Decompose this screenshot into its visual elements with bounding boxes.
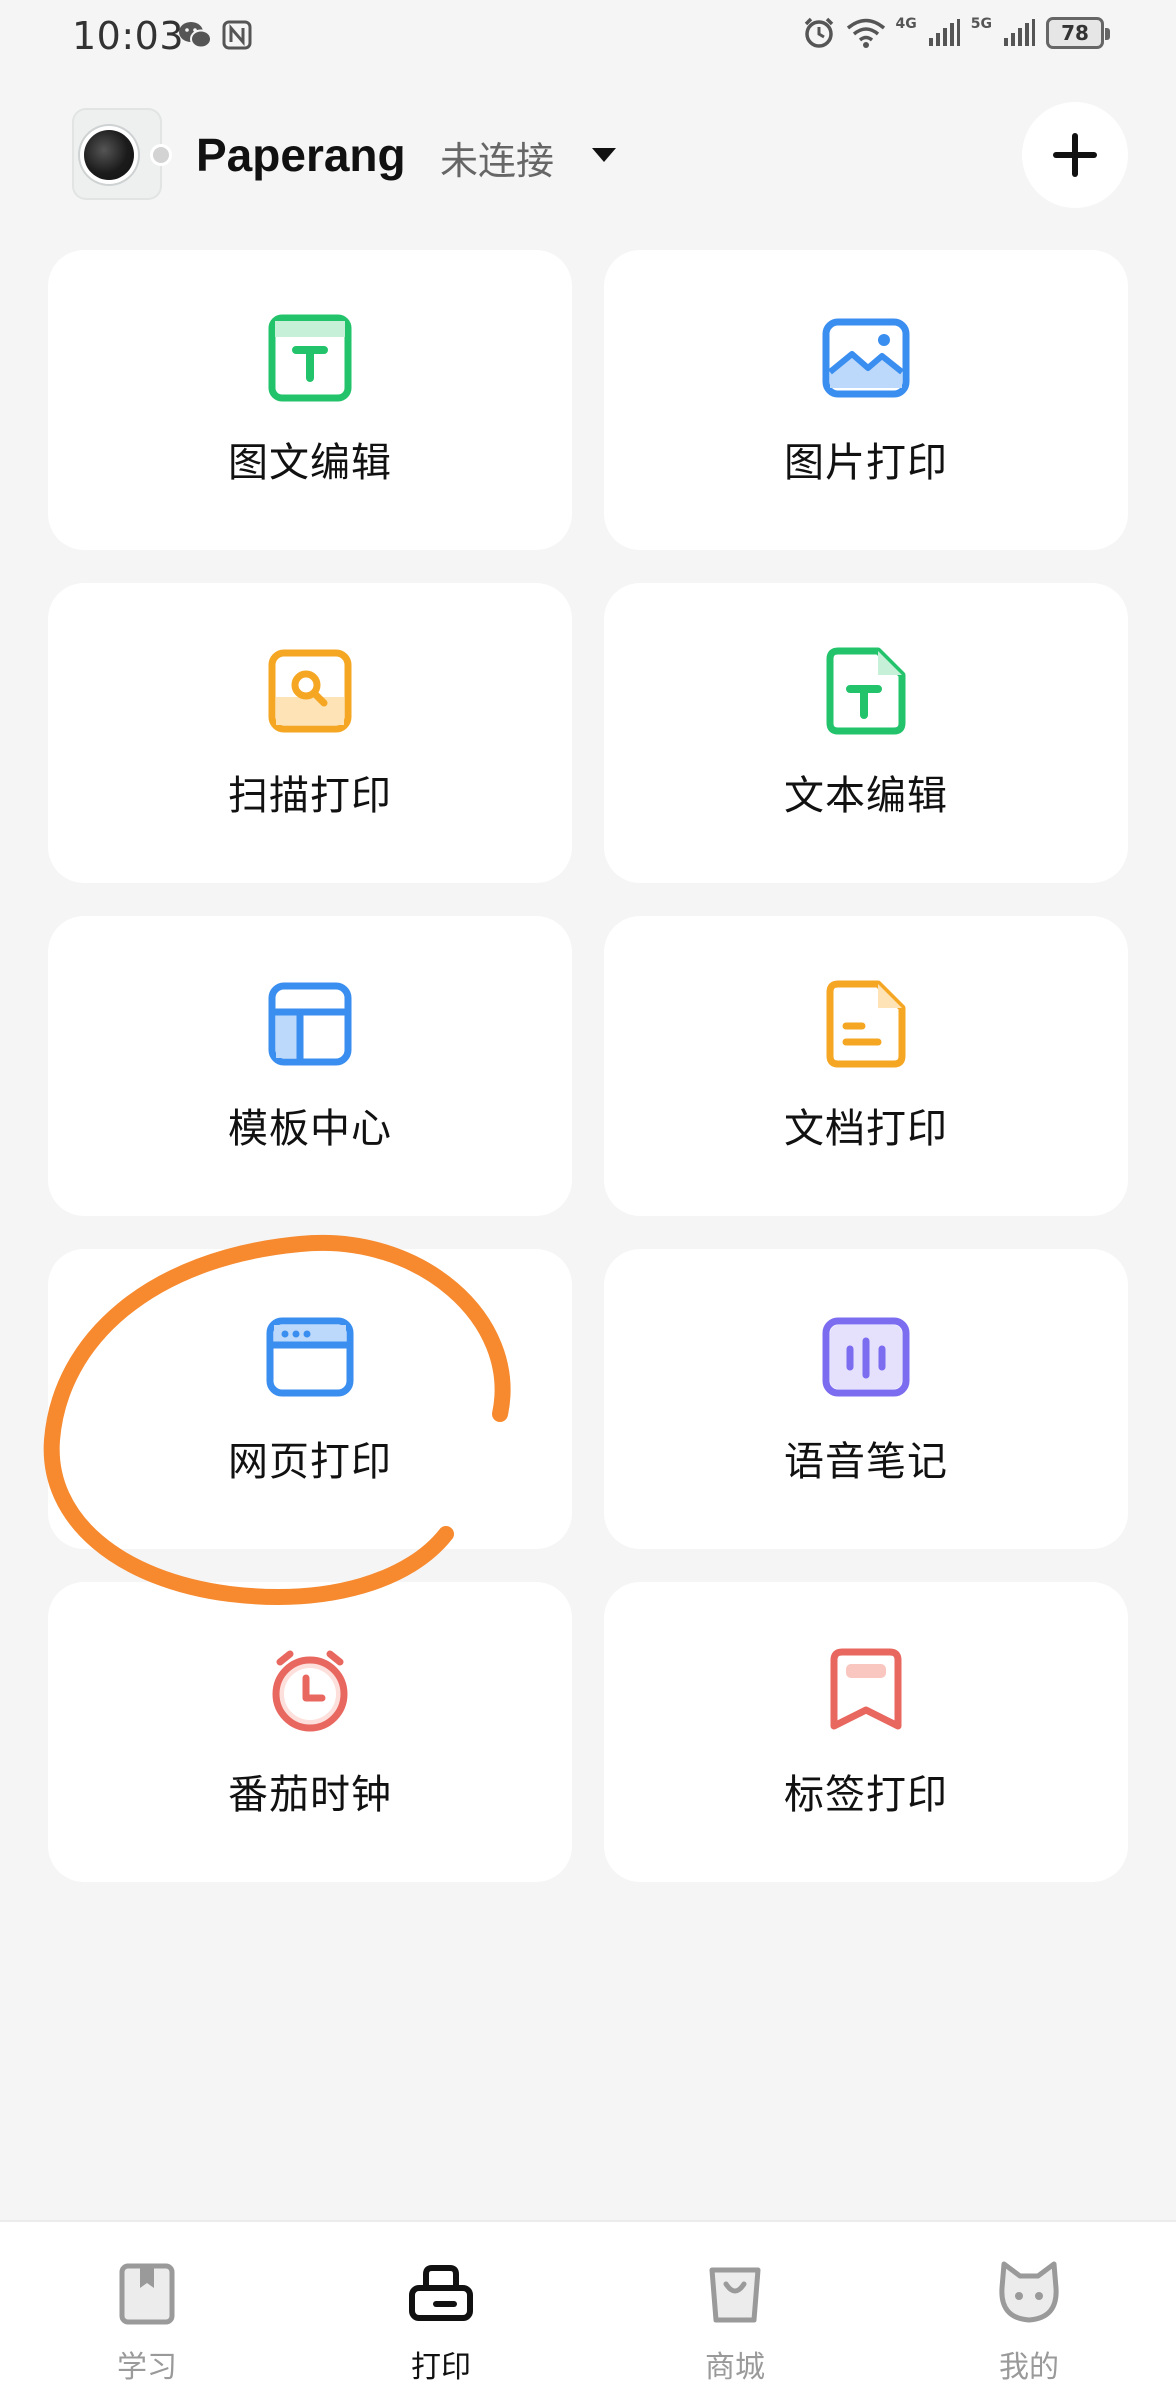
template-center-icon bbox=[260, 974, 360, 1074]
caret-down-icon[interactable] bbox=[592, 148, 616, 162]
nav-item-shop[interactable]: 商城 bbox=[588, 2222, 882, 2400]
tile-label: 图片打印 bbox=[784, 440, 948, 486]
image-text-edit-icon bbox=[260, 308, 360, 408]
tile-label: 文档打印 bbox=[784, 1106, 948, 1152]
nav-item-print[interactable]: 打印 bbox=[294, 2222, 588, 2400]
tile-label-print[interactable]: 标签打印 bbox=[604, 1582, 1128, 1882]
tile-voice-note[interactable]: 语音笔记 bbox=[604, 1249, 1128, 1549]
pomodoro-clock-icon bbox=[260, 1640, 360, 1740]
shopping-bag-icon bbox=[700, 2258, 770, 2332]
tile-pomodoro-clock[interactable]: 番茄时钟 bbox=[48, 1582, 572, 1882]
printer-icon bbox=[406, 2258, 476, 2332]
printer-thumbnail[interactable] bbox=[72, 108, 162, 200]
tile-label: 图文编辑 bbox=[228, 440, 392, 486]
document-print-icon bbox=[816, 974, 916, 1074]
device-header: Paperang 未连接 bbox=[0, 100, 1176, 210]
tile-label: 网页打印 bbox=[228, 1439, 392, 1485]
nav-label: 学习 bbox=[117, 2350, 177, 2385]
image-print-icon bbox=[816, 308, 916, 408]
tile-web-print[interactable]: 网页打印 bbox=[48, 1249, 572, 1549]
tile-scan-print[interactable]: 扫描打印 bbox=[48, 583, 572, 883]
tile-image-print[interactable]: 图片打印 bbox=[604, 250, 1128, 550]
nfc-icon bbox=[222, 20, 252, 50]
feature-grid: 图文编辑 图片打印 扫描打印 文本编辑 模板中心 文档打印 网页打印 语音笔记 … bbox=[48, 250, 1128, 1882]
tile-image-text-edit[interactable]: 图文编辑 bbox=[48, 250, 572, 550]
alarm-icon bbox=[804, 17, 833, 48]
printer-lens-icon bbox=[84, 130, 134, 180]
tile-label: 文本编辑 bbox=[784, 773, 948, 819]
battery-level: 78 bbox=[1061, 21, 1089, 45]
connection-status[interactable]: 未连接 bbox=[440, 130, 554, 185]
tile-label: 扫描打印 bbox=[228, 773, 392, 819]
label-print-icon bbox=[816, 1640, 916, 1740]
text-edit-icon bbox=[816, 641, 916, 741]
tile-label: 语音笔记 bbox=[784, 1439, 948, 1485]
connection-status-dot bbox=[150, 144, 172, 166]
nav-item-me[interactable]: 我的 bbox=[882, 2222, 1176, 2400]
wechat-icon bbox=[179, 22, 212, 49]
web-print-icon bbox=[260, 1307, 360, 1407]
status-bar: 10:03 4G 5G 78 bbox=[0, 0, 1176, 70]
wifi-icon bbox=[846, 18, 885, 48]
add-device-button[interactable] bbox=[1022, 102, 1128, 208]
voice-note-icon bbox=[816, 1307, 916, 1407]
book-icon bbox=[112, 2258, 182, 2332]
plus-icon bbox=[1053, 133, 1097, 177]
device-name[interactable]: Paperang bbox=[196, 128, 406, 182]
status-left-icons bbox=[178, 20, 252, 50]
tile-label: 模板中心 bbox=[228, 1106, 392, 1152]
scan-print-icon bbox=[260, 641, 360, 741]
status-time: 10:03 bbox=[72, 14, 185, 58]
tile-template-center[interactable]: 模板中心 bbox=[48, 916, 572, 1216]
signal-icon bbox=[1004, 19, 1035, 46]
battery-icon: 78 bbox=[1046, 17, 1110, 49]
tile-label: 番茄时钟 bbox=[228, 1772, 392, 1818]
signal-icon bbox=[928, 19, 960, 46]
network-type-2: 5G bbox=[970, 16, 992, 32]
nav-item-study[interactable]: 学习 bbox=[0, 2222, 294, 2400]
tile-label: 标签打印 bbox=[784, 1772, 948, 1818]
cat-face-icon bbox=[994, 2258, 1064, 2332]
tile-document-print[interactable]: 文档打印 bbox=[604, 916, 1128, 1216]
tile-text-edit[interactable]: 文本编辑 bbox=[604, 583, 1128, 883]
network-type-1: 4G bbox=[895, 16, 917, 32]
status-right-icons: 4G 5G 78 bbox=[802, 16, 1110, 50]
nav-label: 我的 bbox=[999, 2350, 1059, 2385]
nav-label: 打印 bbox=[411, 2350, 471, 2385]
bottom-nav: 学习 打印 商城 我的 bbox=[0, 2220, 1176, 2400]
nav-label: 商城 bbox=[705, 2350, 765, 2385]
